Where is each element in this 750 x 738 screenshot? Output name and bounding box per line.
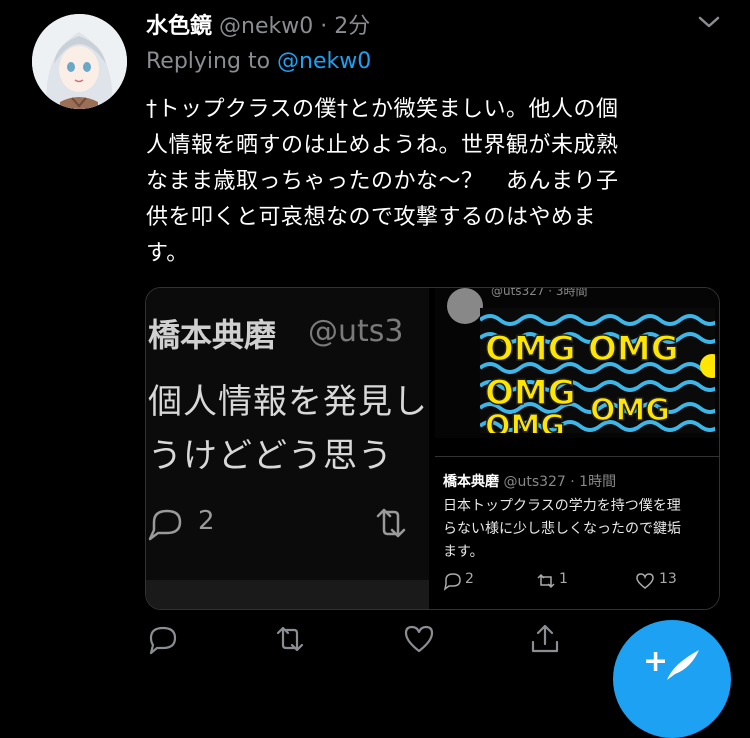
screenshot-text-line: 日本トップクラスの学力を持つ僕を理 (443, 498, 681, 514)
tweet-text-line: †トップクラスの僕†とか微笑ましい。他人の個 (146, 97, 619, 122)
tweet-text-line: 人情報を晒すのは止めようね。世界観が未成熟 (146, 133, 619, 158)
replying-to: Replying to @nekw0 (146, 49, 371, 74)
screenshot-reply-count: 2 (465, 571, 474, 587)
share-icon[interactable] (528, 622, 562, 656)
tweet-text-line: 供を叩くと可哀想なので攻撃するのはやめま (146, 205, 597, 230)
screenshot-bottom-bar (146, 580, 429, 609)
timestamp[interactable]: 2分 (334, 14, 370, 39)
screenshot-author-name: 橋本典磨 (148, 316, 277, 354)
omg-text: OMG (590, 393, 670, 428)
tweet-text-line: す。 (146, 241, 189, 266)
tweet-text: †トップクラスの僕†とか微笑ましい。他人の個 人情報を晒すのは止めようね。世界観… (146, 92, 736, 272)
omg-text: OMG (485, 373, 576, 413)
screenshot-text-line: 個人情報を発見し (148, 382, 428, 422)
like-icon[interactable] (402, 622, 436, 656)
display-name[interactable]: 水色鏡 (146, 14, 212, 39)
media-image-1[interactable]: 橋本典磨 @uts3 個人情報を発見し うけどどう思う 2 (146, 288, 435, 609)
screenshot-meta: @uts327 · 3時間 (491, 288, 588, 298)
screenshot-like-count: 13 (659, 571, 677, 587)
avatar[interactable] (32, 14, 127, 109)
tweet[interactable]: 水色鏡 @nekw0 · 2分 Replying to @nekw0 †トップク… (0, 0, 750, 738)
screenshot-retweet-icon (537, 573, 555, 589)
screenshot-retweet-count: 1 (559, 571, 568, 587)
tweet-text-line: なまま歳取っちゃったのかな～？ あんまり子 (146, 169, 619, 194)
avatar-image (32, 14, 127, 109)
chevron-down-icon[interactable] (695, 12, 723, 32)
media-grid: 橋本典磨 @uts3 個人情報を発見し うけどどう思う 2 @uts327 · … (145, 287, 720, 610)
screenshot-header: 橋本典磨 @uts327 · 1時間 (443, 471, 616, 491)
replying-mention-link[interactable]: @nekw0 (277, 49, 371, 74)
omg-text: OMG (588, 329, 679, 369)
screenshot-tweet: 橋本典磨 @uts327 · 1時間 日本トップクラスの学力を持つ僕を理 らない… (435, 456, 719, 609)
screenshot-author-name: 橋本典磨 (443, 474, 499, 490)
user-handle[interactable]: @nekw0 (219, 14, 313, 39)
screenshot-reply-icon (443, 573, 461, 591)
screenshot-avatar (447, 288, 483, 324)
screenshot-text-line: うけどどう思う (148, 436, 393, 476)
retweet-icon[interactable] (273, 622, 307, 656)
screenshot-retweet-icon (376, 508, 406, 538)
screenshot-text-line: ます。 (443, 544, 484, 560)
screenshot-like-icon (636, 573, 654, 589)
media-image-3[interactable]: 橋本典磨 @uts327 · 1時間 日本トップクラスの学力を持つ僕を理 らない… (435, 444, 719, 609)
separator-dot: · (320, 14, 328, 39)
tweet-header: 水色鏡 @nekw0 · 2分 (146, 8, 370, 40)
screenshot-reply-icon (148, 509, 182, 541)
screenshot-author-handle: @uts3 (308, 314, 404, 349)
reply-icon[interactable] (146, 622, 180, 656)
screenshot-reply-count: 2 (198, 506, 215, 536)
screenshot-text: 日本トップクラスの学力を持つ僕を理 らない様に少し悲しくなったので鍵垢 ます。 (443, 495, 681, 564)
omg-text: OMG (485, 329, 576, 369)
media-image-2[interactable]: @uts327 · 3時間 OMG OMG OMG OMG OMG (435, 288, 719, 438)
screenshot-text-line: らない様に少し悲しくなったので鍵垢 (443, 521, 681, 537)
compose-tweet-button[interactable]: + (613, 620, 731, 738)
screenshot-author-handle: @uts327 · 1時間 (503, 474, 617, 490)
replying-prefix: Replying to (146, 49, 271, 74)
omg-text: OMG (485, 409, 565, 433)
omg-graphic: OMG OMG OMG OMG OMG (480, 308, 715, 433)
